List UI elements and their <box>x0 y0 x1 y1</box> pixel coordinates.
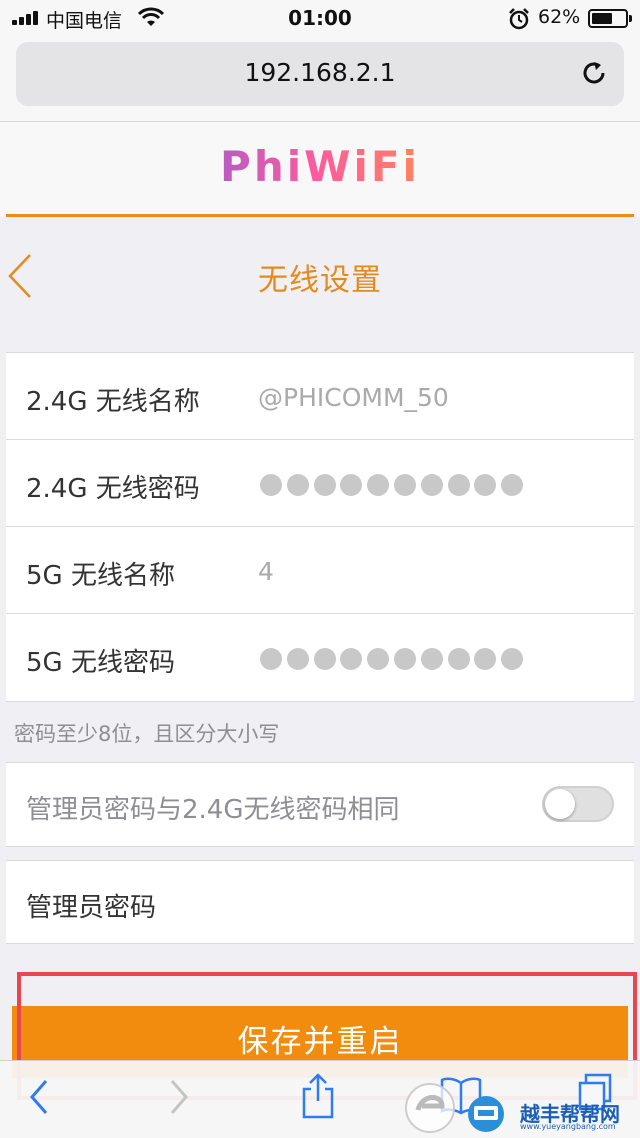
password-24g-label: 2.4G 无线密码 <box>26 474 200 504</box>
share-icon[interactable] <box>300 1073 336 1119</box>
sync-admin-toggle[interactable] <box>542 786 614 822</box>
password-dot <box>286 474 309 496</box>
password-dot <box>474 474 497 496</box>
battery-percent: 62% <box>538 6 581 28</box>
password-dot <box>501 474 524 496</box>
password-dot <box>340 474 363 496</box>
browser-address-area: 192.168.2.1 <box>0 36 640 122</box>
watermark-url: www.yueyangbang.com <box>520 1122 616 1131</box>
page-title: 无线设置 <box>258 263 382 298</box>
password-24g-field[interactable] <box>260 474 528 500</box>
back-icon[interactable] <box>28 1077 50 1117</box>
phiwifi-logo: PhiWiFi <box>0 142 640 191</box>
watermark-logo-icon <box>405 1083 504 1133</box>
password-dot <box>260 648 282 670</box>
sync-admin-row: 管理员密码与2.4G无线密码相同 <box>6 762 634 847</box>
password-dot <box>501 648 524 670</box>
password-dot <box>393 474 416 496</box>
forward-icon[interactable] <box>168 1077 190 1117</box>
password-dot <box>313 474 336 496</box>
password-dot <box>286 648 309 670</box>
ssid-24g-field[interactable]: @PHICOMM_50 <box>258 383 449 412</box>
ssid-5g-label: 5G 无线名称 <box>26 561 175 591</box>
admin-password-row: 管理员密码 <box>6 860 634 944</box>
address-bar[interactable]: 192.168.2.1 <box>16 42 624 106</box>
password-dot <box>367 474 390 496</box>
password-24g-row[interactable]: 2.4G 无线密码 <box>6 440 634 527</box>
password-dot <box>260 474 282 496</box>
password-hint: 密码至少8位，且区分大小写 <box>14 722 280 746</box>
password-dot <box>340 648 363 670</box>
ssid-24g-row[interactable]: 2.4G 无线名称 @PHICOMM_50 <box>6 353 634 440</box>
battery-cap <box>629 15 632 22</box>
password-dot <box>313 648 336 670</box>
password-dot <box>420 648 443 670</box>
watermark: 越丰帮帮网 www.yueyangbang.com <box>400 1076 640 1136</box>
toggle-knob <box>545 789 575 819</box>
password-dot <box>447 474 470 496</box>
password-dot <box>474 648 497 670</box>
status-bar: 中国电信 01:00 62% <box>0 0 640 36</box>
ssid-24g-label: 2.4G 无线名称 <box>26 387 200 417</box>
password-dot <box>393 648 416 670</box>
ssid-5g-field[interactable]: 4 <box>258 557 274 586</box>
reload-icon[interactable] <box>579 58 609 88</box>
alarm-icon <box>509 8 529 30</box>
sync-admin-label: 管理员密码与2.4G无线密码相同 <box>26 795 400 825</box>
admin-password-label: 管理员密码 <box>26 893 157 923</box>
title-bar: 无线设置 <box>0 217 640 337</box>
password-5g-row[interactable]: 5G 无线密码 <box>6 614 634 701</box>
password-dot <box>367 648 390 670</box>
ssid-5g-row[interactable]: 5G 无线名称 4 <box>6 527 634 614</box>
battery-level <box>592 13 612 24</box>
password-5g-field[interactable] <box>260 648 528 674</box>
admin-password-input[interactable] <box>246 871 616 933</box>
page-header: PhiWiFi <box>0 122 640 222</box>
battery-icon <box>588 9 628 28</box>
url-text[interactable]: 192.168.2.1 <box>16 58 624 87</box>
wireless-settings-list: 2.4G 无线名称 @PHICOMM_50 2.4G 无线密码 5G 无线名称 … <box>6 352 634 702</box>
password-dot <box>447 648 470 670</box>
password-5g-label: 5G 无线密码 <box>26 648 175 678</box>
password-dot <box>420 474 443 496</box>
